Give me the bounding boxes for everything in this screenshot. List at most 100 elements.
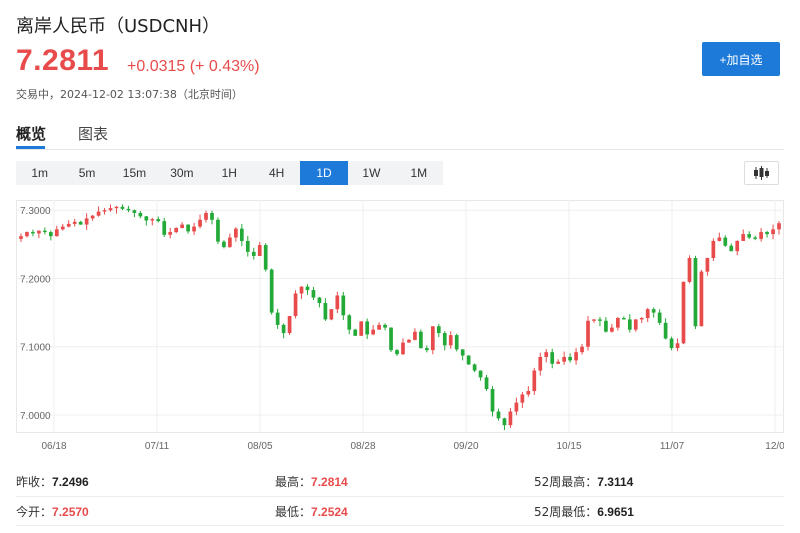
stat-high: 最高：7.2814	[275, 475, 348, 489]
candle-body	[711, 240, 716, 258]
tab-chart[interactable]: 图表	[78, 123, 108, 144]
candle-body	[616, 318, 620, 328]
chart-type-toggle[interactable]	[744, 161, 779, 185]
tabs-divider	[16, 149, 784, 150]
candle-body	[365, 321, 370, 335]
candle-body	[574, 352, 578, 361]
candle-body	[496, 411, 501, 419]
chart-frame	[16, 200, 784, 433]
candle-body	[753, 237, 757, 239]
candle-body	[633, 319, 638, 330]
candle-body	[353, 329, 358, 336]
candle-body	[663, 322, 668, 339]
current-price: 7.2811	[16, 44, 110, 77]
tab-overview[interactable]: 概览	[16, 123, 46, 144]
period-1d[interactable]: 1D	[300, 161, 348, 185]
period-15m[interactable]: 15m	[111, 161, 158, 185]
x-tick-label: 09/20	[453, 441, 478, 452]
candle-body	[234, 228, 238, 238]
candle-body	[341, 295, 346, 316]
candle-body	[442, 333, 447, 346]
candle-body	[48, 232, 53, 237]
candle-body	[138, 212, 143, 217]
candle-body	[228, 237, 232, 248]
candle-body	[144, 216, 149, 221]
x-tick-label: 11/07	[660, 441, 685, 452]
x-tick-label: 08/28	[350, 441, 375, 452]
period-30m[interactable]: 30m	[158, 161, 205, 185]
candle-body	[657, 312, 662, 323]
x-tick-label: 10/15	[556, 441, 581, 452]
candle-body	[150, 219, 155, 221]
candle-body	[371, 329, 375, 335]
candle-body	[78, 221, 83, 225]
candle-body	[490, 389, 495, 412]
period-4h[interactable]: 4H	[253, 161, 300, 185]
candle-body	[771, 229, 775, 235]
y-tick-label: 7.0000	[20, 411, 51, 422]
candle-body	[395, 350, 399, 355]
candle-body	[269, 269, 274, 313]
candle-body	[693, 258, 698, 327]
candle-body	[699, 271, 704, 327]
candle-body	[723, 237, 728, 246]
candle-body	[556, 361, 561, 364]
candle-body	[621, 318, 626, 320]
candle-body	[126, 208, 131, 211]
candle-body	[317, 297, 322, 304]
candle-body	[735, 240, 740, 252]
candle-body	[186, 224, 190, 232]
candle-body	[245, 240, 250, 252]
candle-body	[204, 212, 208, 220]
candle-body	[43, 230, 47, 233]
stats-row-divider	[16, 496, 784, 497]
candle-body	[759, 232, 763, 239]
candle-body	[114, 206, 119, 209]
x-tick-label: 12/0	[765, 441, 784, 452]
y-tick-label: 7.2000	[20, 274, 51, 285]
candle-body	[84, 218, 89, 225]
candle-body	[777, 223, 781, 230]
candlestick-icon	[754, 166, 769, 180]
candle-body	[747, 234, 752, 238]
candle-body	[669, 338, 674, 349]
candle-body	[311, 290, 316, 298]
candle-body	[460, 349, 465, 356]
candle-body	[347, 315, 352, 330]
candle-body	[222, 241, 226, 248]
candle-body	[562, 356, 566, 362]
candle-body	[419, 331, 423, 349]
candle-body	[66, 223, 71, 227]
candle-body	[586, 320, 590, 347]
candle-body	[156, 219, 161, 222]
period-1m[interactable]: 1m	[16, 161, 63, 185]
candle-body	[538, 356, 543, 371]
candle-body	[383, 324, 387, 328]
period-1mo[interactable]: 1M	[395, 161, 442, 185]
stat-52w-high: 52周最高：7.3114	[534, 475, 634, 489]
candle-body	[19, 236, 23, 239]
candle-body	[257, 245, 262, 256]
add-watchlist-button[interactable]: +加自选	[702, 42, 780, 76]
candle-body	[132, 210, 137, 213]
candle-body	[514, 402, 519, 412]
candle-body	[25, 232, 29, 237]
candle-body	[192, 226, 196, 232]
candle-body	[210, 212, 214, 220]
candle-body	[198, 219, 202, 227]
price-chart[interactable]: 7.3000 7.2000 7.1000 7.0000 06/18 07/11 08/05 0…	[16, 200, 784, 460]
candle-body	[102, 210, 107, 212]
candle-body	[508, 411, 513, 426]
period-5m[interactable]: 5m	[63, 161, 110, 185]
x-tick-label: 06/18	[41, 441, 66, 452]
period-1w[interactable]: 1W	[348, 161, 395, 185]
page-title: 离岸人民币（USDCNH）	[16, 16, 221, 37]
candle-body	[37, 230, 41, 234]
candlestick-chart: 7.3000 7.2000 7.1000 7.0000 06/18 07/11 08/05 0…	[16, 200, 784, 452]
period-1h[interactable]: 1H	[206, 161, 253, 185]
candle-body	[377, 324, 381, 330]
candle-body	[526, 391, 531, 395]
candle-body	[54, 229, 59, 237]
candle-body	[60, 226, 65, 230]
candle-body	[407, 339, 411, 343]
